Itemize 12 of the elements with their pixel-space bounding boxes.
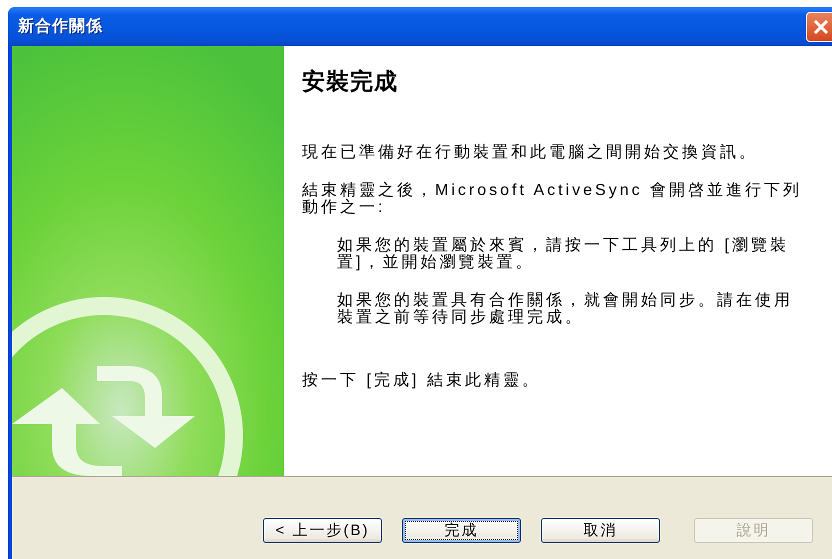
window-title: 新合作關係 bbox=[18, 16, 103, 37]
bullet-text: 如果您的裝置屬於來賓，請按一下工具列上的 [瀏覽裝置]，並開始瀏覽裝置。 bbox=[336, 237, 790, 271]
body-text: 現在已準備好在行動裝置和此電腦之間開始交換資訊。 bbox=[302, 144, 759, 161]
wizard-button[interactable]: 完成 bbox=[402, 518, 521, 543]
page-heading: 安裝完成 bbox=[302, 67, 399, 96]
close-icon bbox=[813, 18, 829, 34]
bullet-text: 如果您的裝置具有合作關係，就會開始同步。請在使用裝置之前等待同步處理完成。 bbox=[336, 292, 794, 326]
body-text: 結束精靈之後，Microsoft ActiveSync 會開啓並進行下列動作之一: bbox=[302, 182, 804, 216]
wizard-button[interactable]: 取消 bbox=[541, 518, 660, 543]
wizard-button[interactable]: < 上一步(B) bbox=[263, 518, 382, 543]
body-text: 按一下 [完成] 結束此精靈。 bbox=[302, 372, 542, 389]
close-button[interactable] bbox=[806, 12, 832, 42]
